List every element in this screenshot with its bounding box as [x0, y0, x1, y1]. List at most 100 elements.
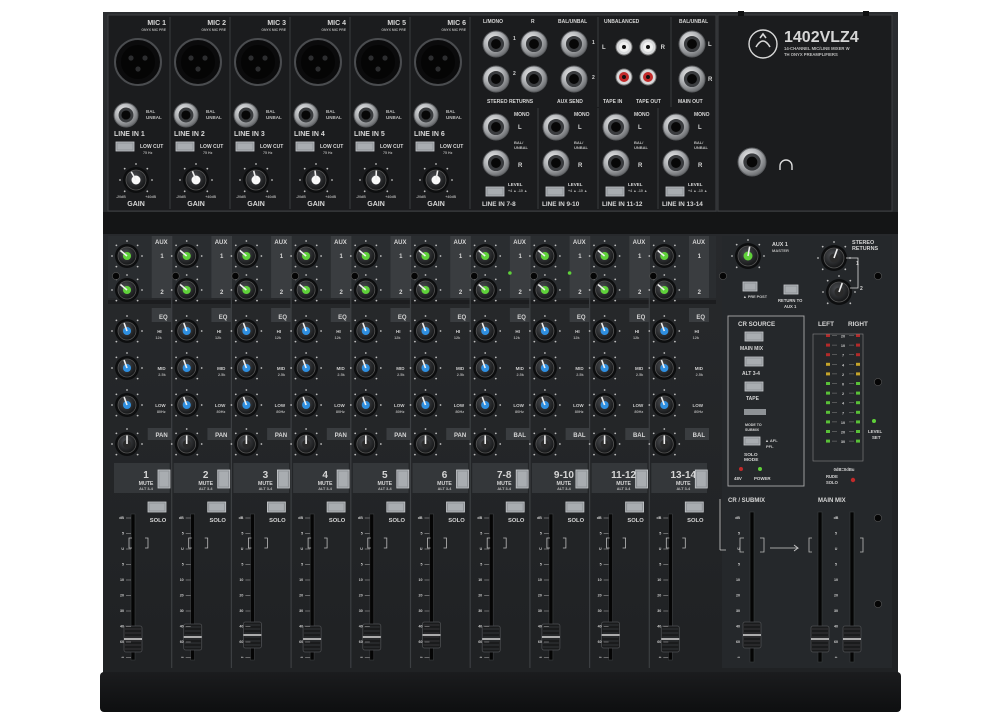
xlr-jack-pin [255, 66, 261, 72]
mid-knob-tick [294, 377, 297, 380]
tape-out-label: TAPE OUT [636, 99, 661, 105]
pan-knob-tick [593, 432, 595, 435]
solo-mode-button-face [745, 438, 759, 444]
xlr-jack-pin [248, 55, 254, 61]
mid-knob-tick [175, 356, 177, 359]
gain-knob-tick [391, 179, 393, 181]
aux1-knob-tick [544, 240, 546, 242]
hi-freq: 12k [215, 336, 222, 340]
aux2-knob-tick [305, 274, 307, 276]
low-knob-tick [652, 393, 655, 396]
mono-label: MONO [514, 112, 530, 118]
pan-knob-tick [435, 432, 438, 435]
pan-knob-tick [533, 432, 536, 435]
aux1-knob-tick [175, 244, 177, 247]
main-l: L [708, 42, 712, 48]
aux-send-jack-hole [569, 39, 579, 49]
aux1-knob-tick [256, 244, 258, 247]
l-mono-label: L/MONO [483, 19, 503, 25]
fader-mark: 40 [180, 625, 184, 629]
fader-mark: U [300, 547, 303, 551]
xlr-jack-pin [428, 55, 434, 61]
low-label: LOW [573, 403, 584, 408]
low-knob-tick [544, 389, 546, 391]
fader-mark: 40 [419, 625, 423, 629]
mode-bar [744, 409, 766, 415]
fader-mark: 10 [657, 578, 661, 582]
pan-knob-tick [618, 443, 621, 445]
low-cut-label: LOW CUT [440, 144, 463, 150]
hi-knob-tick [554, 340, 557, 343]
fader-mark: 5 [600, 563, 602, 567]
low-knob-tick [256, 414, 258, 417]
aux1-master-label: MASTER [772, 248, 789, 253]
screw [350, 272, 359, 280]
aux1-knob-tick [499, 255, 502, 257]
low-knob-tick [674, 414, 676, 417]
alt-label: ALT 3-4 [199, 487, 214, 491]
aux1-knob-tick [554, 265, 557, 268]
hi-knob-tick [603, 315, 606, 317]
fader-mark: 30 [736, 609, 740, 613]
aux1-knob-tick [413, 265, 416, 268]
gain-knob-tick [146, 167, 149, 170]
hi-knob-tick [230, 330, 233, 332]
mode-submix-label: SUBMIX [745, 428, 760, 432]
aux2-knob-tick [533, 299, 536, 302]
xlr-jack-pin [262, 55, 268, 61]
aux2-knob-tick [375, 278, 378, 281]
gain-knob-tick [135, 163, 137, 165]
fader-mark: U [121, 547, 124, 551]
mid-knob-tick [126, 352, 128, 354]
low-freq: 80Hz [634, 410, 643, 414]
fader-mark: 10 [359, 578, 363, 582]
hi-knob-tick [294, 340, 297, 343]
mixer-photo: MIC 1ONYX MIC PREBALUNBALLINE IN 1LOW CU… [100, 11, 901, 712]
tape-l: L [602, 45, 606, 51]
pan-knob-tick [424, 428, 427, 430]
pan-knob-tick [435, 453, 438, 456]
hi-knob-tick [413, 340, 416, 343]
line-jack-hole [301, 110, 311, 120]
gain-knob-tick [435, 163, 437, 165]
aux1-knob-tick [439, 255, 442, 257]
hi-label: HI [515, 329, 520, 334]
hi-knob-tick [424, 315, 427, 317]
fader-mark: ∞ [835, 656, 838, 660]
xlr-jack-pin [142, 55, 148, 61]
meter-mark: 30 [841, 440, 845, 444]
aux1-knob-tick [175, 265, 177, 268]
hi-knob-tick [294, 319, 297, 322]
meter-led-right [856, 420, 860, 424]
gain-knob-tick [446, 190, 449, 193]
gain-min: -20dB [416, 195, 426, 199]
gain-label: GAIN [307, 201, 325, 208]
hi-knob-tick [544, 315, 546, 317]
pan-knob-tick [593, 453, 595, 456]
meter-led-left [826, 343, 830, 347]
pan-knob-tick [354, 432, 357, 435]
low-knob-tick [294, 393, 297, 396]
mid-knob-tick [141, 367, 143, 369]
mid-knob-tick [529, 367, 531, 369]
fader-mark: 20 [657, 594, 661, 598]
fader-mark: dB [418, 516, 423, 520]
fader-mark: 60 [419, 640, 423, 644]
ret1: 1 [856, 261, 859, 267]
main-out-jack-hole [687, 39, 697, 49]
gain-knob-tick [179, 179, 181, 181]
fader-mark: 60 [657, 640, 661, 644]
bal-label: UNBAL [574, 145, 589, 150]
xlr-jack-socket [241, 45, 275, 79]
fader-mark: 10 [419, 578, 423, 582]
meter-mark: 7 [842, 354, 844, 358]
aux1-knob-tick [185, 240, 188, 242]
pan-knob-tick [588, 443, 591, 445]
hi-knob-tick [473, 340, 476, 343]
low-knob-tick [494, 393, 497, 396]
cr-submix-label: CR / SUBMIX [728, 498, 765, 504]
hi-freq: 12k [693, 336, 700, 340]
aux2-knob-tick [614, 299, 617, 302]
mid-knob-tick [473, 356, 476, 359]
aux1-knob-tick [234, 265, 237, 268]
